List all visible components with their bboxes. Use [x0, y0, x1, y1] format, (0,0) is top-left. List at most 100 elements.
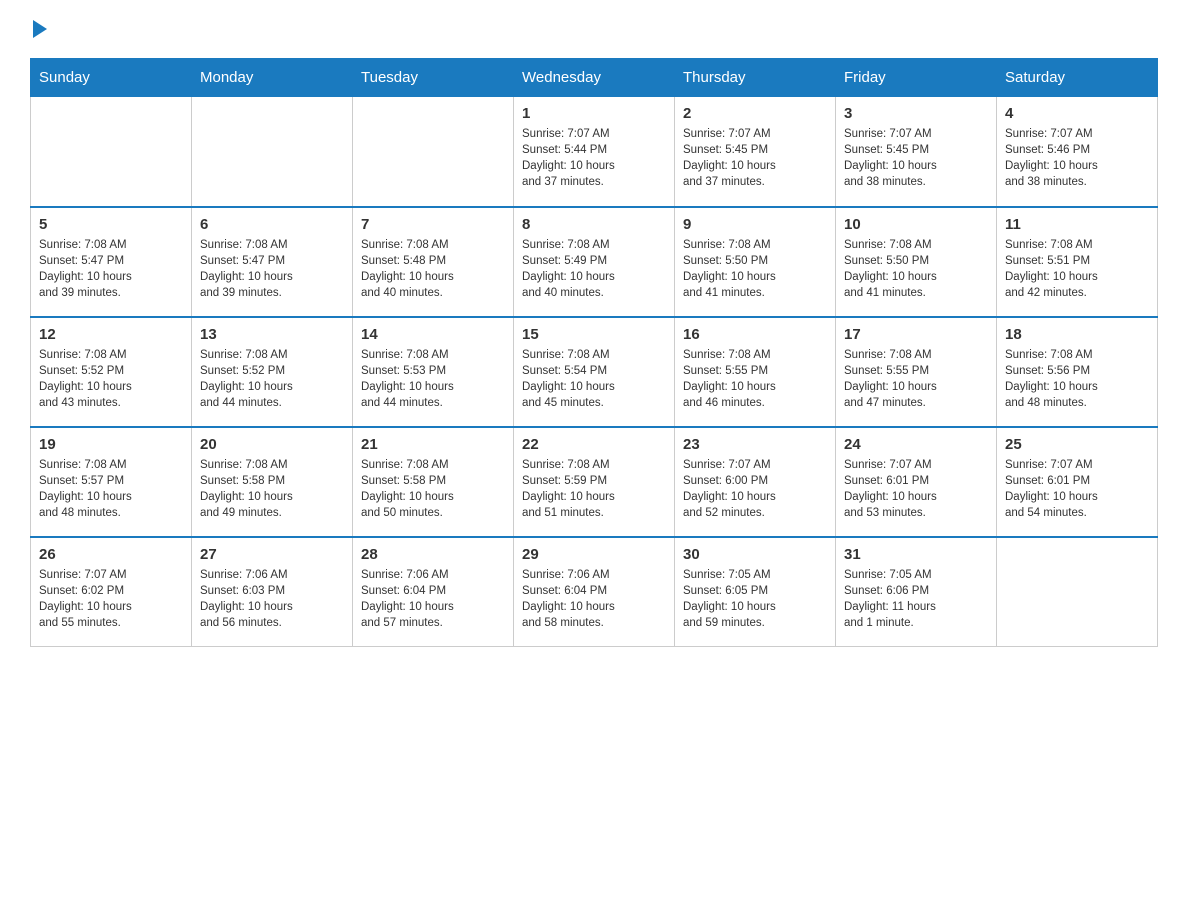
logo-arrow-icon	[33, 20, 47, 38]
table-cell: 5 Sunrise: 7:08 AM Sunset: 5:47 PM Daylig…	[31, 207, 192, 317]
day-info: Sunrise: 7:08 AM Sunset: 5:50 PM Dayligh…	[683, 237, 827, 301]
day-info: Sunrise: 7:06 AM Sunset: 6:03 PM Dayligh…	[200, 567, 344, 631]
table-cell: 30 Sunrise: 7:05 AM Sunset: 6:05 PM Dayli…	[675, 537, 836, 647]
day-number: 24	[844, 436, 988, 453]
day-number: 19	[39, 436, 183, 453]
table-cell: 21 Sunrise: 7:08 AM Sunset: 5:58 PM Dayli…	[353, 427, 514, 537]
table-cell	[31, 97, 192, 207]
day-info: Sunrise: 7:08 AM Sunset: 5:58 PM Dayligh…	[200, 457, 344, 521]
table-cell: 27 Sunrise: 7:06 AM Sunset: 6:03 PM Dayli…	[192, 537, 353, 647]
day-number: 12	[39, 326, 183, 343]
day-number: 8	[522, 216, 666, 233]
day-number: 5	[39, 216, 183, 233]
day-number: 6	[200, 216, 344, 233]
calendar-week-row: 12 Sunrise: 7:08 AM Sunset: 5:52 PM Dayli…	[31, 317, 1158, 427]
day-info: Sunrise: 7:07 AM Sunset: 6:02 PM Dayligh…	[39, 567, 183, 631]
day-info: Sunrise: 7:08 AM Sunset: 5:55 PM Dayligh…	[844, 347, 988, 411]
table-cell: 6 Sunrise: 7:08 AM Sunset: 5:47 PM Daylig…	[192, 207, 353, 317]
table-cell: 24 Sunrise: 7:07 AM Sunset: 6:01 PM Dayli…	[836, 427, 997, 537]
day-info: Sunrise: 7:08 AM Sunset: 5:52 PM Dayligh…	[200, 347, 344, 411]
table-cell	[192, 97, 353, 207]
table-cell: 8 Sunrise: 7:08 AM Sunset: 5:49 PM Daylig…	[514, 207, 675, 317]
day-number: 16	[683, 326, 827, 343]
day-info: Sunrise: 7:08 AM Sunset: 5:50 PM Dayligh…	[844, 237, 988, 301]
table-cell: 18Sunrise: 7:08 AM Sunset: 5:56 PM Dayli…	[997, 317, 1158, 427]
day-info: Sunrise: 7:08 AM Sunset: 5:51 PM Dayligh…	[1005, 237, 1149, 301]
calendar-week-row: 1 Sunrise: 7:07 AM Sunset: 5:44 PM Daylig…	[31, 97, 1158, 207]
day-number: 14	[361, 326, 505, 343]
day-number: 11	[1005, 216, 1149, 233]
day-number: 17	[844, 326, 988, 343]
table-cell: 31Sunrise: 7:05 AM Sunset: 6:06 PM Dayli…	[836, 537, 997, 647]
table-cell: 12 Sunrise: 7:08 AM Sunset: 5:52 PM Dayli…	[31, 317, 192, 427]
day-number: 27	[200, 546, 344, 563]
day-number: 10	[844, 216, 988, 233]
day-number: 7	[361, 216, 505, 233]
day-info: Sunrise: 7:08 AM Sunset: 5:52 PM Dayligh…	[39, 347, 183, 411]
day-number: 25	[1005, 436, 1149, 453]
page-header	[30, 20, 1158, 38]
table-cell: 7 Sunrise: 7:08 AM Sunset: 5:48 PM Daylig…	[353, 207, 514, 317]
table-cell: 22 Sunrise: 7:08 AM Sunset: 5:59 PM Dayli…	[514, 427, 675, 537]
day-info: Sunrise: 7:07 AM Sunset: 5:46 PM Dayligh…	[1005, 126, 1149, 190]
day-number: 9	[683, 216, 827, 233]
table-cell: 26Sunrise: 7:07 AM Sunset: 6:02 PM Dayli…	[31, 537, 192, 647]
calendar-header-row: Sunday Monday Tuesday Wednesday Thursday…	[31, 59, 1158, 97]
table-cell: 15Sunrise: 7:08 AM Sunset: 5:54 PM Dayli…	[514, 317, 675, 427]
table-cell: 28Sunrise: 7:06 AM Sunset: 6:04 PM Dayli…	[353, 537, 514, 647]
col-friday: Friday	[836, 59, 997, 97]
col-thursday: Thursday	[675, 59, 836, 97]
col-saturday: Saturday	[997, 59, 1158, 97]
day-number: 29	[522, 546, 666, 563]
logo	[30, 20, 48, 38]
day-info: Sunrise: 7:08 AM Sunset: 5:47 PM Dayligh…	[200, 237, 344, 301]
day-number: 1	[522, 105, 666, 122]
day-info: Sunrise: 7:06 AM Sunset: 6:04 PM Dayligh…	[522, 567, 666, 631]
table-cell: 13 Sunrise: 7:08 AM Sunset: 5:52 PM Dayli…	[192, 317, 353, 427]
day-info: Sunrise: 7:08 AM Sunset: 5:55 PM Dayligh…	[683, 347, 827, 411]
day-info: Sunrise: 7:07 AM Sunset: 5:44 PM Dayligh…	[522, 126, 666, 190]
table-cell: 11 Sunrise: 7:08 AM Sunset: 5:51 PM Dayli…	[997, 207, 1158, 317]
day-number: 20	[200, 436, 344, 453]
day-info: Sunrise: 7:08 AM Sunset: 5:58 PM Dayligh…	[361, 457, 505, 521]
calendar-table: Sunday Monday Tuesday Wednesday Thursday…	[30, 58, 1158, 647]
table-cell: 25 Sunrise: 7:07 AM Sunset: 6:01 PM Dayli…	[997, 427, 1158, 537]
day-number: 21	[361, 436, 505, 453]
day-info: Sunrise: 7:07 AM Sunset: 6:00 PM Dayligh…	[683, 457, 827, 521]
table-cell	[997, 537, 1158, 647]
calendar-week-row: 5 Sunrise: 7:08 AM Sunset: 5:47 PM Daylig…	[31, 207, 1158, 317]
day-info: Sunrise: 7:05 AM Sunset: 6:06 PM Dayligh…	[844, 567, 988, 631]
day-info: Sunrise: 7:08 AM Sunset: 5:49 PM Dayligh…	[522, 237, 666, 301]
day-number: 18	[1005, 326, 1149, 343]
table-cell: 2Sunrise: 7:07 AM Sunset: 5:45 PM Daylig…	[675, 97, 836, 207]
day-number: 22	[522, 436, 666, 453]
table-cell: 19Sunrise: 7:08 AM Sunset: 5:57 PM Dayli…	[31, 427, 192, 537]
calendar-week-row: 26Sunrise: 7:07 AM Sunset: 6:02 PM Dayli…	[31, 537, 1158, 647]
day-number: 4	[1005, 105, 1149, 122]
table-cell: 9 Sunrise: 7:08 AM Sunset: 5:50 PM Daylig…	[675, 207, 836, 317]
calendar-week-row: 19Sunrise: 7:08 AM Sunset: 5:57 PM Dayli…	[31, 427, 1158, 537]
day-number: 28	[361, 546, 505, 563]
day-info: Sunrise: 7:05 AM Sunset: 6:05 PM Dayligh…	[683, 567, 827, 631]
day-info: Sunrise: 7:08 AM Sunset: 5:59 PM Dayligh…	[522, 457, 666, 521]
table-cell: 17 Sunrise: 7:08 AM Sunset: 5:55 PM Dayli…	[836, 317, 997, 427]
col-sunday: Sunday	[31, 59, 192, 97]
table-cell: 16 Sunrise: 7:08 AM Sunset: 5:55 PM Dayli…	[675, 317, 836, 427]
day-number: 23	[683, 436, 827, 453]
col-wednesday: Wednesday	[514, 59, 675, 97]
table-cell: 23 Sunrise: 7:07 AM Sunset: 6:00 PM Dayli…	[675, 427, 836, 537]
day-info: Sunrise: 7:08 AM Sunset: 5:54 PM Dayligh…	[522, 347, 666, 411]
day-number: 3	[844, 105, 988, 122]
day-info: Sunrise: 7:07 AM Sunset: 5:45 PM Dayligh…	[844, 126, 988, 190]
table-cell	[353, 97, 514, 207]
day-number: 30	[683, 546, 827, 563]
day-info: Sunrise: 7:08 AM Sunset: 5:47 PM Dayligh…	[39, 237, 183, 301]
day-number: 2	[683, 105, 827, 122]
day-info: Sunrise: 7:07 AM Sunset: 6:01 PM Dayligh…	[1005, 457, 1149, 521]
day-info: Sunrise: 7:08 AM Sunset: 5:48 PM Dayligh…	[361, 237, 505, 301]
table-cell: 14 Sunrise: 7:08 AM Sunset: 5:53 PM Dayli…	[353, 317, 514, 427]
day-info: Sunrise: 7:07 AM Sunset: 6:01 PM Dayligh…	[844, 457, 988, 521]
day-number: 13	[200, 326, 344, 343]
table-cell: 3 Sunrise: 7:07 AM Sunset: 5:45 PM Daylig…	[836, 97, 997, 207]
day-info: Sunrise: 7:08 AM Sunset: 5:53 PM Dayligh…	[361, 347, 505, 411]
